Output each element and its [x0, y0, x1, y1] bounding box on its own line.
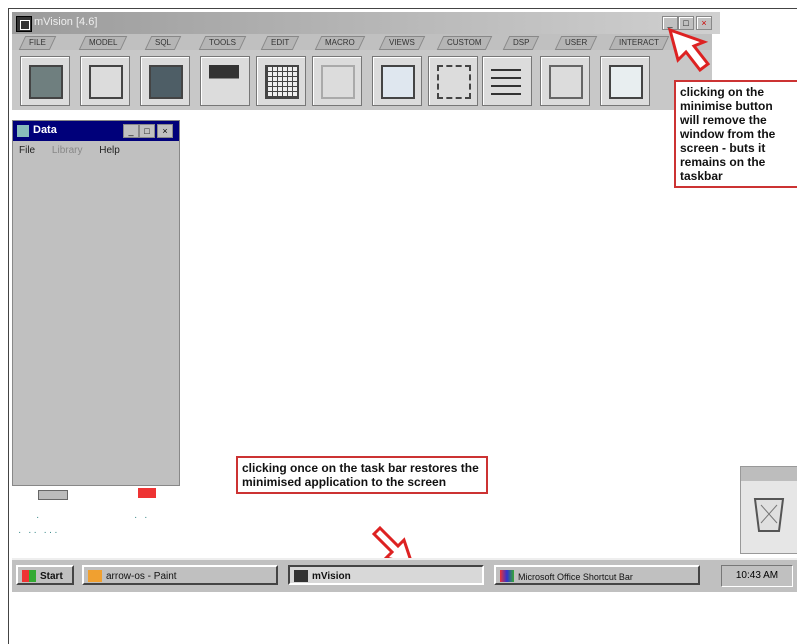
tab-dsp[interactable]: DSP [502, 36, 540, 50]
taskbar: Start arrow-os - Paint mVision Microsoft… [12, 558, 797, 592]
tab-edit[interactable]: EDIT [260, 36, 300, 50]
task-office-shortcut-bar[interactable]: Microsoft Office Shortcut Bar [494, 565, 700, 585]
desktop-shortcut-icon[interactable] [138, 488, 156, 498]
clock: 10:43 AM [721, 565, 793, 587]
data-menu-library[interactable]: Library [52, 145, 83, 156]
tool-grid-icon[interactable] [256, 56, 306, 106]
data-window-title: Data [33, 124, 57, 136]
tab-views[interactable]: VIEWS [378, 36, 426, 50]
paint-icon [88, 570, 102, 582]
desktop-dots: · · [134, 512, 150, 523]
recycle-bin-titlebar [741, 467, 797, 481]
minimise-callout: clicking on the minimise button will rem… [674, 80, 797, 188]
tool-window-icon[interactable] [80, 56, 130, 106]
tab-interact[interactable]: INTERACT [608, 36, 670, 50]
mvision-icon [294, 570, 308, 582]
data-minimise-button[interactable]: _ [123, 124, 139, 138]
task-mvision[interactable]: mVision [288, 565, 484, 585]
data-menu-help[interactable]: Help [99, 145, 120, 156]
office-icon [500, 570, 514, 582]
task-mvision-label: mVision [312, 571, 351, 582]
tool-list-icon[interactable] [482, 56, 532, 106]
data-window-icon [17, 125, 29, 137]
task-office-label: Microsoft Office Shortcut Bar [518, 572, 633, 582]
desktop-dots: · [36, 512, 51, 523]
tab-model[interactable]: MODEL [78, 36, 128, 50]
tab-sql[interactable]: SQL [144, 36, 182, 50]
recycle-bin[interactable] [740, 466, 797, 554]
app-title: mVision [4.6] [34, 16, 98, 28]
tab-file[interactable]: FILE [18, 36, 57, 50]
taskbar-callout: clicking once on the task bar restores t… [236, 456, 488, 494]
tab-macro[interactable]: MACRO [314, 36, 366, 50]
tool-scope-icon[interactable] [600, 56, 650, 106]
recycle-bin-icon [753, 498, 785, 532]
app-titlebar[interactable]: mVision [4.6] _ □ × [12, 12, 720, 34]
tab-tools[interactable]: TOOLS [198, 36, 247, 50]
windows-logo-icon [22, 570, 36, 582]
app-icon [16, 16, 32, 32]
tool-blocks-icon[interactable] [200, 56, 250, 106]
desktop-dots: · ·· ··· [18, 527, 60, 538]
start-label: Start [40, 571, 63, 582]
tool-screen-icon[interactable] [20, 56, 70, 106]
data-window[interactable]: Data _ □ × File Library Help [12, 120, 180, 486]
tool-chart-icon[interactable] [372, 56, 422, 106]
data-window-titlebar[interactable]: Data _ □ × [13, 121, 179, 141]
start-button[interactable]: Start [16, 565, 74, 585]
tool-link-icon[interactable] [540, 56, 590, 106]
tab-user[interactable]: USER [554, 36, 598, 50]
data-menu: File Library Help [19, 145, 134, 156]
data-maximise-button[interactable]: □ [139, 124, 155, 138]
desktop-shortcut-icon[interactable] [38, 490, 68, 500]
pointer-arrow-icon [667, 28, 711, 72]
task-paint[interactable]: arrow-os - Paint [82, 565, 278, 585]
data-menu-file[interactable]: File [19, 145, 35, 156]
menu-tabs: FILE MODEL SQL TOOLS EDIT MACRO VIEWS CU… [12, 34, 712, 51]
data-close-button[interactable]: × [157, 124, 173, 138]
toolbar [12, 50, 712, 110]
task-paint-label: arrow-os - Paint [106, 571, 177, 582]
tool-monitor-icon[interactable] [140, 56, 190, 106]
tool-diagram-icon[interactable] [428, 56, 478, 106]
tab-custom[interactable]: CUSTOM [436, 36, 492, 50]
tool-digits-icon[interactable] [312, 56, 362, 106]
